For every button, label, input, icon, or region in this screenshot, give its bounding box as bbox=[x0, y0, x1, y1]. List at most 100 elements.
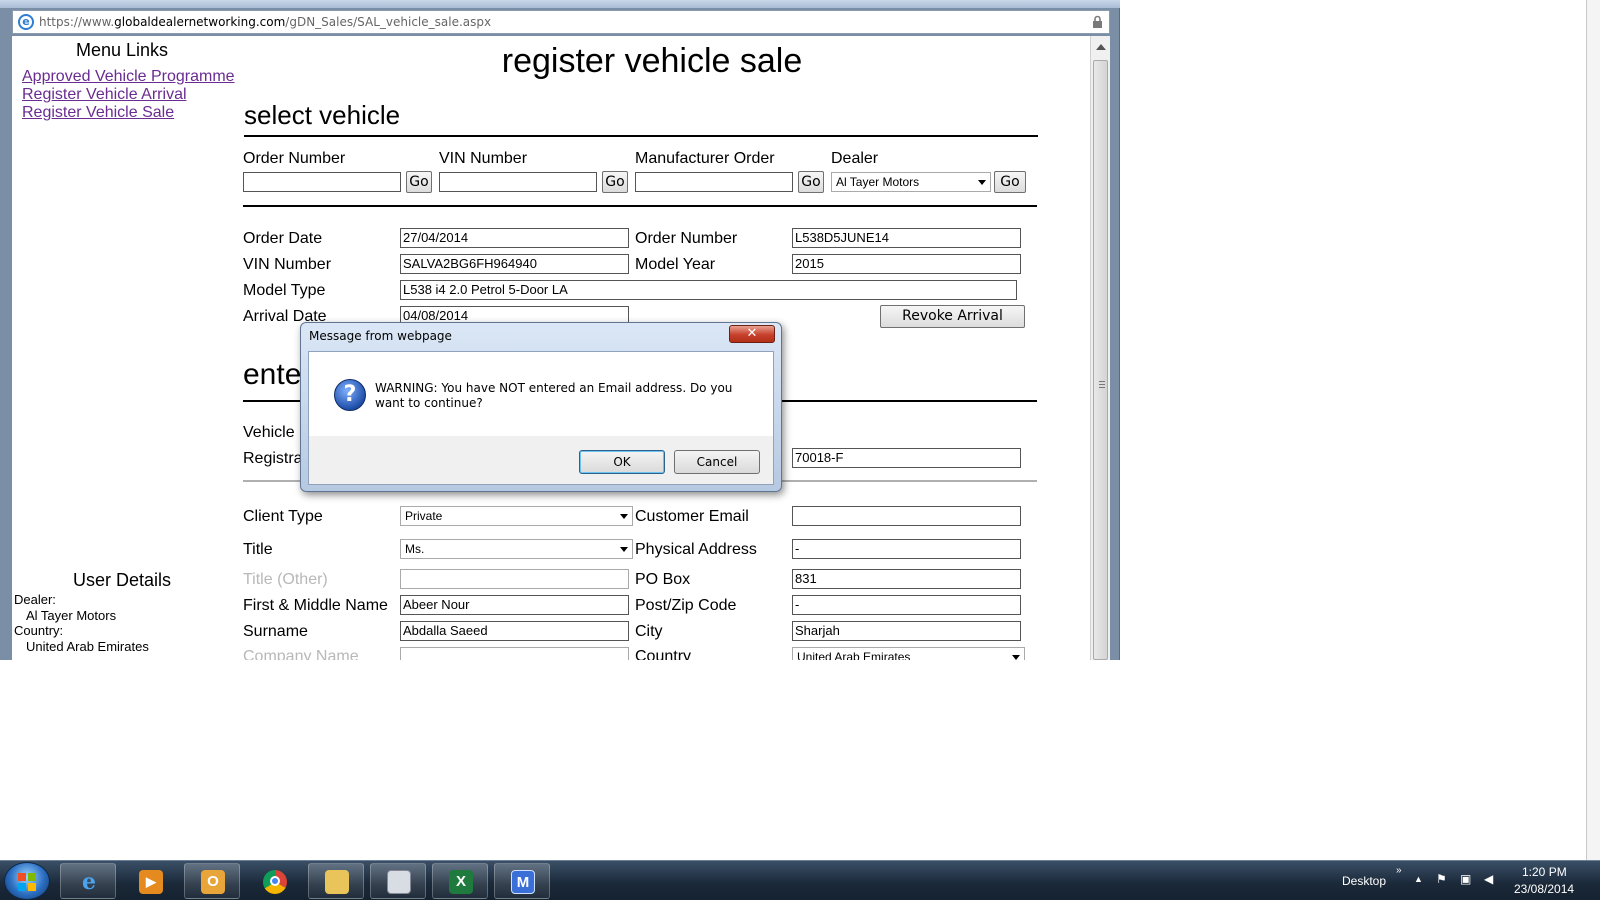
model-type-field[interactable]: L538 i4 2.0 Petrol 5-Door LA bbox=[400, 280, 1017, 300]
page-title: register vehicle sale bbox=[501, 42, 803, 80]
cancel-button[interactable]: Cancel bbox=[674, 450, 760, 474]
registration-label: Registra bbox=[243, 450, 303, 467]
search-order-number-input[interactable] bbox=[243, 172, 401, 192]
taskbar-outlook[interactable]: O bbox=[184, 863, 240, 899]
first-middle-name-field[interactable]: Abeer Nour bbox=[400, 595, 629, 615]
grip-icon bbox=[1099, 381, 1105, 388]
dialog-message: WARNING: You have NOT entered an Email a… bbox=[375, 381, 733, 410]
chevron-down-icon bbox=[620, 547, 628, 552]
taskbar: e ▶ O X M Desktop » ▲ ⚑ ▣ ◀ 1:20 PM 23/0… bbox=[0, 860, 1600, 900]
menu-links-title: Menu Links bbox=[75, 40, 169, 60]
vin-number-field[interactable]: SALVA2BG6FH964940 bbox=[400, 254, 629, 274]
ok-button[interactable]: OK bbox=[579, 450, 665, 474]
taskbar-file-explorer[interactable] bbox=[308, 863, 364, 899]
taskbar-maxthon[interactable]: M bbox=[494, 863, 550, 899]
section-rule bbox=[244, 135, 1038, 137]
url-text[interactable]: https://www.globaldealernetworking.com/g… bbox=[39, 15, 491, 29]
user-details-title: User Details bbox=[72, 570, 172, 590]
client-type-select[interactable]: Private bbox=[400, 506, 633, 526]
surname-field[interactable]: Abdalla Saeed bbox=[400, 621, 629, 641]
taskbar-excel[interactable]: X bbox=[432, 863, 488, 899]
post-zip-code-label: Post/Zip Code bbox=[635, 597, 737, 614]
order-date-field[interactable]: 27/04/2014 bbox=[400, 228, 629, 248]
internet-explorer-icon: e bbox=[82, 869, 96, 895]
model-year-field[interactable]: 2015 bbox=[792, 254, 1021, 274]
title-other-label: Title (Other) bbox=[243, 571, 328, 588]
action-center-flag-icon[interactable]: ⚑ bbox=[1436, 872, 1447, 886]
clock-time[interactable]: 1:20 PM bbox=[1522, 865, 1567, 879]
question-icon: ? bbox=[334, 379, 366, 411]
country-field-label: Country bbox=[635, 648, 692, 660]
dealer-select[interactable]: Al Tayer Motors bbox=[831, 172, 991, 192]
volume-muted-icon[interactable]: ◀ bbox=[1484, 872, 1493, 886]
chevron-down-icon bbox=[978, 180, 986, 185]
dialog-footer: OK Cancel bbox=[309, 436, 773, 484]
taskbar-media-player[interactable]: ▶ bbox=[122, 863, 178, 899]
go-manufacturer-order-button[interactable]: Go bbox=[798, 171, 824, 193]
title-label: Title bbox=[243, 541, 273, 558]
chrome-icon bbox=[263, 870, 287, 894]
taskbar-calculator-window[interactable] bbox=[370, 863, 426, 899]
po-box-field[interactable]: 831 bbox=[792, 569, 1021, 589]
company-name-field[interactable] bbox=[400, 647, 629, 660]
country-select-value: United Arab Emirates bbox=[797, 650, 911, 660]
network-icon[interactable]: ▣ bbox=[1460, 872, 1471, 886]
clock-date[interactable]: 23/08/2014 bbox=[1514, 882, 1574, 896]
customer-email-field[interactable] bbox=[792, 506, 1021, 526]
background-window-edge bbox=[1586, 0, 1600, 860]
url-domain: globaldealernetworking.com bbox=[114, 15, 286, 29]
link-register-vehicle-arrival[interactable]: Register Vehicle Arrival bbox=[22, 86, 187, 104]
post-zip-code-field[interactable]: - bbox=[792, 595, 1021, 615]
dialog-body: ? WARNING: You have NOT entered an Email… bbox=[308, 351, 774, 485]
url-path: /gDN_Sales/SAL_vehicle_sale.aspx bbox=[285, 15, 492, 29]
chevron-down-icon bbox=[620, 514, 628, 519]
customer-email-label: Customer Email bbox=[635, 508, 749, 525]
go-dealer-button[interactable]: Go bbox=[994, 171, 1026, 193]
go-vin-number-button[interactable]: Go bbox=[602, 171, 628, 193]
physical-address-label: Physical Address bbox=[635, 541, 757, 558]
folder-icon bbox=[325, 870, 349, 894]
title-other-field[interactable] bbox=[400, 569, 629, 589]
revoke-arrival-button[interactable]: Revoke Arrival bbox=[880, 305, 1025, 328]
lock-icon[interactable] bbox=[1092, 15, 1103, 29]
desktop-toolbar-label[interactable]: Desktop bbox=[1342, 874, 1386, 888]
client-type-label: Client Type bbox=[243, 508, 323, 525]
outlook-icon: O bbox=[201, 870, 225, 894]
link-register-vehicle-sale[interactable]: Register Vehicle Sale bbox=[22, 104, 174, 122]
order-number-field[interactable]: L538D5JUNE14 bbox=[792, 228, 1021, 248]
search-order-number-label: Order Number bbox=[243, 150, 346, 167]
scroll-up-arrow-icon[interactable] bbox=[1096, 44, 1106, 50]
excel-icon: X bbox=[449, 870, 473, 894]
show-hidden-icons-icon[interactable]: ▲ bbox=[1414, 874, 1423, 884]
model-type-label: Model Type bbox=[243, 282, 326, 299]
company-name-label: Company Name bbox=[243, 648, 359, 660]
country-label: Country: bbox=[14, 623, 64, 638]
dealer-value: Al Tayer Motors bbox=[26, 608, 117, 623]
registration-plate-field[interactable]: 70018-F bbox=[792, 448, 1021, 468]
message-dialog: Message from webpage ✕ ? WARNING: You ha… bbox=[300, 322, 782, 492]
section-title-select-vehicle: select vehicle bbox=[244, 100, 401, 130]
start-button[interactable] bbox=[4, 862, 50, 900]
search-vin-number-input[interactable] bbox=[439, 172, 597, 192]
link-approved-vehicle-programme[interactable]: Approved Vehicle Programme bbox=[22, 68, 235, 86]
dealer-label: Dealer: bbox=[14, 592, 56, 607]
vehicle-label: Vehicle bbox=[243, 424, 295, 441]
taskbar-internet-explorer[interactable]: e bbox=[60, 863, 116, 899]
dialog-close-button[interactable]: ✕ bbox=[729, 325, 775, 343]
order-number-label: Order Number bbox=[635, 230, 738, 247]
double-chevron-icon[interactable]: » bbox=[1396, 865, 1402, 876]
page-scrollbar[interactable] bbox=[1090, 36, 1110, 660]
dealer-select-value: Al Tayer Motors bbox=[836, 175, 920, 189]
scrollbar-thumb[interactable] bbox=[1093, 60, 1108, 660]
window-stack-icon bbox=[387, 870, 411, 894]
city-field[interactable]: Sharjah bbox=[792, 621, 1021, 641]
address-bar[interactable]: e https://www.globaldealernetworking.com… bbox=[12, 10, 1110, 34]
go-order-number-button[interactable]: Go bbox=[406, 171, 432, 193]
country-select[interactable]: United Arab Emirates bbox=[792, 647, 1025, 660]
taskbar-chrome[interactable] bbox=[246, 863, 302, 899]
search-dealer-label: Dealer bbox=[831, 150, 879, 167]
title-select[interactable]: Ms. bbox=[400, 539, 633, 559]
order-date-label: Order Date bbox=[243, 230, 323, 247]
search-manufacturer-order-input[interactable] bbox=[635, 172, 793, 192]
physical-address-field[interactable]: - bbox=[792, 539, 1021, 559]
